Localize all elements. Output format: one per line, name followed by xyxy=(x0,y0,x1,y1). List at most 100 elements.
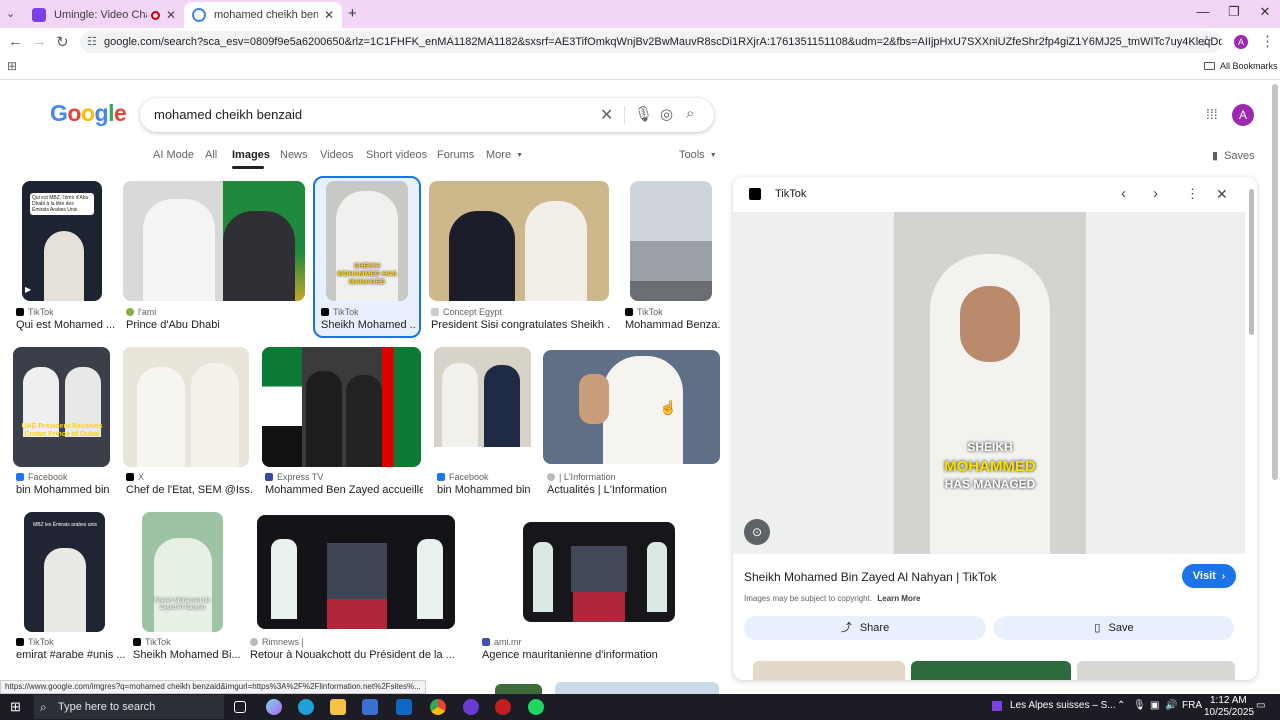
result-thumbnail[interactable]: Sheikh Mohamed bin Zayed Al Nahyan xyxy=(142,512,223,632)
reload-icon[interactable]: ↻ xyxy=(56,33,69,51)
share-button[interactable]: ⤴ Share xyxy=(744,616,986,640)
tab-umingle[interactable]: Umingle: Video Chat with S ✕ xyxy=(24,2,184,28)
clock-date[interactable]: 10/25/2025 xyxy=(1204,707,1254,718)
page-scrollbar[interactable] xyxy=(1272,84,1278,480)
result-thumbnail[interactable] xyxy=(257,515,455,629)
tab-videos[interactable]: Videos xyxy=(320,149,353,161)
next-image-icon[interactable]: › xyxy=(1153,185,1158,202)
prev-image-icon[interactable]: ‹ xyxy=(1121,185,1126,202)
close-panel-icon[interactable]: ✕ xyxy=(1216,186,1228,203)
clear-icon[interactable]: ✕ xyxy=(600,105,613,125)
media-indicator[interactable]: Les Alpes suisses – S... xyxy=(992,700,1116,711)
windows-start-icon[interactable]: ⊞ xyxy=(10,699,21,715)
search-icon[interactable]: ⌕ xyxy=(686,105,694,122)
tab-google-search[interactable]: mohamed cheikh benzaid - Go ✕ xyxy=(184,2,342,28)
result-caption[interactable]: Sheikh Mohamed Bi... xyxy=(133,649,243,661)
account-avatar[interactable]: A xyxy=(1232,104,1254,126)
result-caption[interactable]: Chef de l'Etat, SEM @Iss... xyxy=(126,484,252,496)
edge-icon[interactable] xyxy=(298,699,314,715)
app-icon[interactable] xyxy=(463,699,479,715)
result-thumbnail[interactable]: MBZ les Émirats arabes unis xyxy=(24,512,105,632)
chrome-icon[interactable] xyxy=(430,699,446,715)
result-thumbnail[interactable] xyxy=(434,347,531,467)
more-options-icon[interactable]: ⋮ xyxy=(1186,186,1199,202)
apps-grid-icon[interactable]: ⊞ xyxy=(7,59,17,73)
result-thumbnail[interactable] xyxy=(555,682,719,694)
result-thumbnail[interactable]: SHEIKH MOHAMMED HAS MANAGED xyxy=(326,181,408,301)
lens-camera-icon[interactable]: ◎ xyxy=(660,105,673,123)
restore-icon[interactable]: ❐ xyxy=(1219,4,1249,20)
result-thumbnail[interactable] xyxy=(123,181,305,301)
learn-more-link[interactable]: Learn More xyxy=(877,594,920,603)
result-thumbnail[interactable] xyxy=(495,684,542,694)
tab-forums[interactable]: Forums xyxy=(437,149,474,161)
copilot-icon[interactable] xyxy=(266,699,282,715)
microphone-icon[interactable]: 🎙 xyxy=(1133,700,1146,711)
google-logo[interactable]: Google xyxy=(50,100,127,127)
tab-search-icon[interactable]: ⌄ xyxy=(6,7,15,20)
result-caption[interactable]: Sheikh Mohamed ... xyxy=(321,319,415,331)
volume-icon[interactable]: 🔊 xyxy=(1165,700,1177,711)
close-tab-icon[interactable]: ✕ xyxy=(324,8,334,22)
menu-kebab-icon[interactable]: ⋮ xyxy=(1260,32,1275,50)
outlook-icon[interactable] xyxy=(396,699,412,715)
microphone-icon[interactable]: 🎙 xyxy=(634,105,653,123)
panel-source[interactable]: TikTok xyxy=(749,188,806,200)
preview-image[interactable]: SHEIKH MOHAMMED HAS MANAGED ⊙ xyxy=(733,212,1245,554)
close-tab-icon[interactable]: ✕ xyxy=(166,8,176,22)
tools-button[interactable]: Tools ▼ xyxy=(679,149,717,161)
result-thumbnail[interactable]: UAE President Receives Crown Prince of D… xyxy=(13,347,110,467)
result-caption[interactable]: emirat #arabe #unis ... xyxy=(16,649,126,661)
tab-images[interactable]: Images xyxy=(232,149,270,161)
tab-more[interactable]: More ▼ xyxy=(486,149,523,161)
saves-button[interactable]: ▮ Saves xyxy=(1212,149,1255,163)
result-thumbnail[interactable] xyxy=(262,347,421,467)
result-thumbnail[interactable] xyxy=(123,347,249,467)
save-button[interactable]: ▯ Save xyxy=(994,616,1234,640)
result-caption[interactable]: bin Mohammed bin... xyxy=(16,484,110,496)
new-tab-button[interactable]: + xyxy=(348,5,357,22)
result-caption[interactable]: Qui est Mohamed ... xyxy=(16,319,116,331)
tab-all[interactable]: All xyxy=(205,149,217,161)
panel-scrollbar[interactable] xyxy=(1249,189,1254,335)
taskbar-search-input[interactable]: ⌕ Type here to search xyxy=(34,695,224,719)
result-thumbnail[interactable] xyxy=(630,181,712,301)
lens-search-icon[interactable]: ⊙ xyxy=(744,519,770,545)
google-apps-icon[interactable]: ⁞⁞⁞ xyxy=(1206,106,1218,122)
back-icon[interactable]: ← xyxy=(8,33,23,50)
chevron-up-icon[interactable]: ⌃ xyxy=(1117,700,1125,711)
result-caption[interactable]: Actualités | L'Information xyxy=(547,484,719,496)
result-thumbnail[interactable]: Qui est MBZ, l'émir d'Abu Dhabi à la têt… xyxy=(22,181,102,301)
bookmark-star-icon[interactable]: ☆ xyxy=(1200,32,1213,50)
result-caption[interactable]: Mohammed Ben Zayed accueille ... xyxy=(265,484,423,496)
spotify-icon[interactable] xyxy=(528,699,544,715)
result-thumbnail[interactable] xyxy=(543,350,720,464)
result-caption[interactable]: Prince d'Abu Dhabi xyxy=(126,319,306,331)
minimize-icon[interactable]: — xyxy=(1188,4,1218,19)
tab-ai-mode[interactable]: AI Mode xyxy=(153,149,194,161)
profile-avatar[interactable]: A xyxy=(1234,35,1248,49)
close-window-icon[interactable]: ✕ xyxy=(1250,4,1280,20)
notifications-icon[interactable]: ▭ xyxy=(1256,700,1265,711)
store-icon[interactable] xyxy=(362,699,378,715)
language-indicator[interactable]: FRA xyxy=(1182,700,1202,711)
result-caption[interactable]: Mohammad Benza... xyxy=(625,319,720,331)
address-bar[interactable]: ☷ google.com/search?sca_esv=0809f9e5a620… xyxy=(80,31,1222,53)
result-caption[interactable]: President Sisi congratulates Sheikh ... xyxy=(431,319,611,331)
result-thumbnail[interactable] xyxy=(523,522,675,622)
panel-title[interactable]: Sheikh Mohamed Bin Zayed Al Nahyan | Tik… xyxy=(744,570,997,584)
tab-news[interactable]: News xyxy=(280,149,308,161)
tab-short-videos[interactable]: Short videos xyxy=(366,149,427,161)
app-icon[interactable] xyxy=(495,699,511,715)
site-info-icon[interactable]: ☷ xyxy=(87,31,97,53)
network-icon[interactable]: ▣ xyxy=(1150,700,1159,711)
forward-icon[interactable]: → xyxy=(32,33,47,50)
result-caption[interactable]: Retour à Nouakchott du Président de la .… xyxy=(250,649,460,661)
search-box[interactable]: mohamed cheikh benzaid ✕ 🎙 ◎ ⌕ xyxy=(140,98,714,132)
all-bookmarks-button[interactable]: All Bookmarks xyxy=(1204,61,1278,71)
search-input[interactable]: mohamed cheikh benzaid xyxy=(154,107,302,122)
clock-time[interactable]: 1:12 AM xyxy=(1210,695,1247,706)
result-thumbnail[interactable] xyxy=(429,181,609,301)
result-caption[interactable]: Agence mauritanienne d'information xyxy=(482,649,712,661)
related-thumbnail[interactable] xyxy=(911,661,1071,680)
